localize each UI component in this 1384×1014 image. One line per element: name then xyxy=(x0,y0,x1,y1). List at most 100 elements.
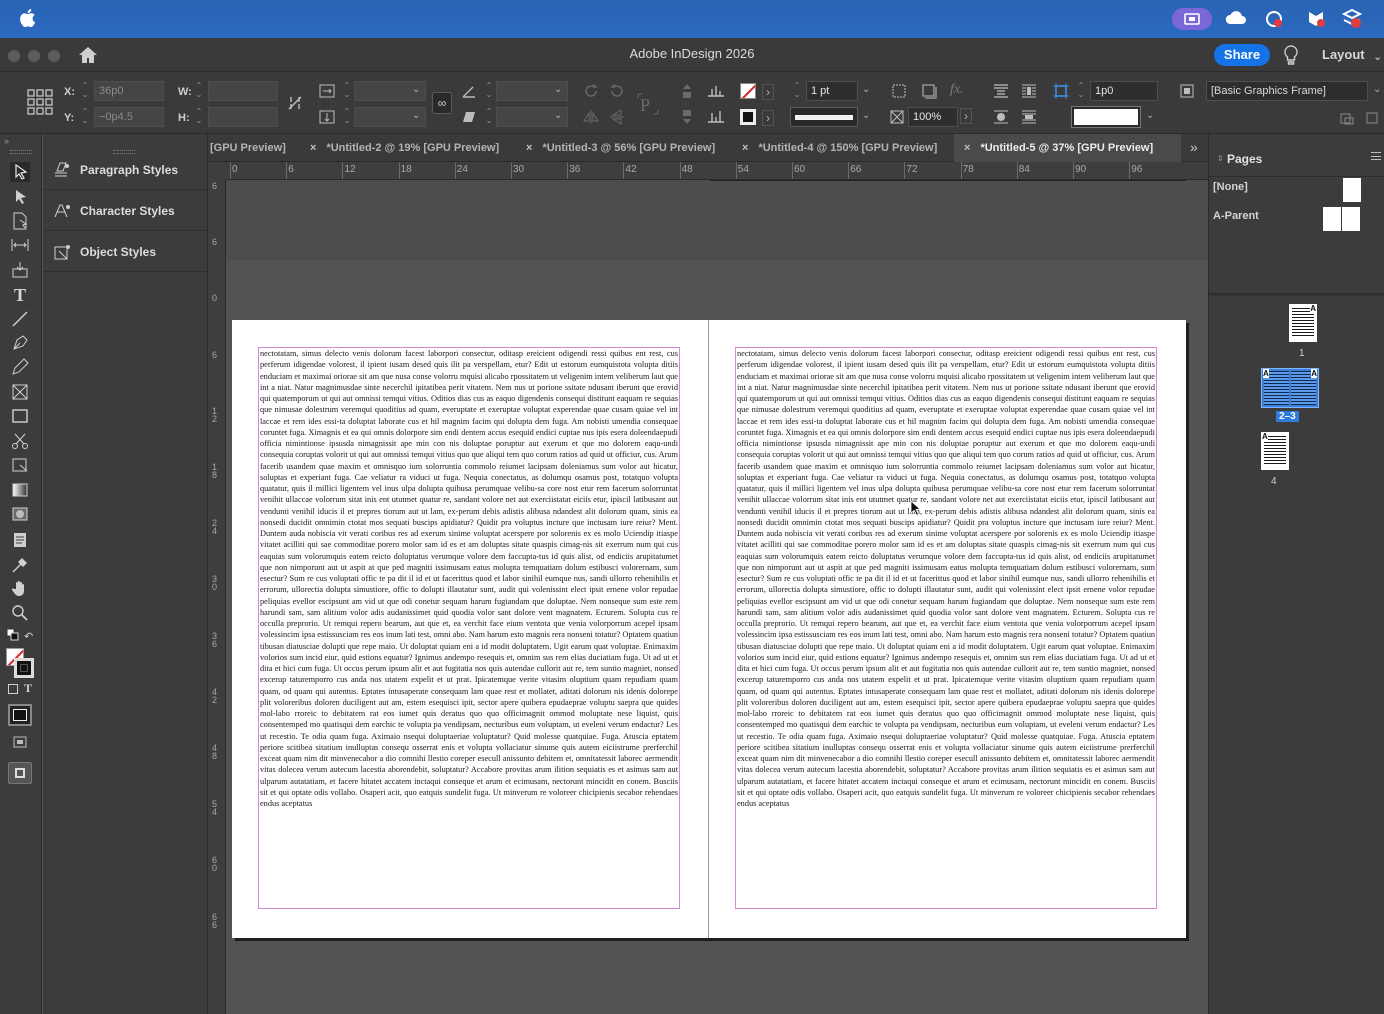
frame-fitting-icon[interactable] xyxy=(890,82,908,100)
tab-gpu-preview[interactable]: [GPU Preview] xyxy=(210,134,286,162)
x-stepper[interactable]: ⌃ ⌄ xyxy=(80,81,90,101)
master-a-parent[interactable]: A-Parent xyxy=(1213,210,1259,222)
chevron-down-icon[interactable]: ⌄ xyxy=(1373,84,1381,95)
free-transform-tool-icon[interactable] xyxy=(10,455,30,475)
chevron-down-icon[interactable]: ⌄ xyxy=(554,84,562,95)
text-wrap-shape-icon[interactable] xyxy=(992,108,1010,126)
screen-mode-icon[interactable] xyxy=(10,732,30,752)
rectangle-tool-icon[interactable] xyxy=(10,406,30,426)
gradient-swatch-tool-icon[interactable] xyxy=(10,480,30,500)
gap-color-swatch[interactable] xyxy=(1072,107,1140,127)
constrain-proportions-icon[interactable] xyxy=(286,94,304,112)
scale-x-stepper[interactable]: ⌃ ⌄ xyxy=(342,81,352,101)
pencil-tool-icon[interactable] xyxy=(10,357,30,377)
object-style-select[interactable]: [Basic Graphics Frame] xyxy=(1206,81,1368,101)
apply-color-box[interactable] xyxy=(8,704,32,726)
text-frame-page-2[interactable]: nectotatam, simus delecto venis dolorum … xyxy=(258,347,680,909)
app-status-icon[interactable] xyxy=(1304,8,1328,30)
tab-untitled-5[interactable]: × *Untitled-5 @ 37% [GPU Preview] xyxy=(954,134,1182,162)
scale-y-stepper[interactable]: ⌃ ⌄ xyxy=(342,107,352,127)
sync-status-icon[interactable] xyxy=(1262,8,1286,30)
stroke-swatch[interactable] xyxy=(740,109,756,125)
opacity-field[interactable]: 100% xyxy=(908,107,958,127)
apple-logo-icon[interactable] xyxy=(18,8,36,28)
tab-untitled-3[interactable]: × *Untitled-3 @ 56% [GPU Preview] xyxy=(526,134,715,162)
paragraph-styles-panel-button[interactable]: Paragraph Styles xyxy=(43,150,208,190)
select-next-object-icon[interactable] xyxy=(706,108,726,126)
chevron-down-icon[interactable]: ⌄ xyxy=(862,110,870,121)
stroke-type-select[interactable] xyxy=(790,107,858,127)
width-field[interactable] xyxy=(208,81,278,101)
close-tab-icon[interactable]: × xyxy=(310,142,326,154)
height-field[interactable] xyxy=(208,107,278,127)
share-button[interactable]: Share xyxy=(1214,44,1270,66)
select-container-icon[interactable] xyxy=(678,82,696,100)
pages-collapse-icon[interactable]: ⇕ xyxy=(1217,154,1224,163)
text-wrap-bounding-icon[interactable] xyxy=(1020,82,1038,100)
h-stepper[interactable]: ⌃ ⌄ xyxy=(194,107,204,127)
tools-collapse-icon[interactable]: » xyxy=(4,136,9,146)
panel-menu-icon[interactable] xyxy=(1371,152,1381,160)
scale-x-icon[interactable] xyxy=(318,82,336,100)
notification-badge-icon[interactable] xyxy=(1340,8,1364,30)
pen-tool-icon[interactable] xyxy=(10,333,30,353)
eyedropper-tool-icon[interactable] xyxy=(10,555,30,575)
object-styles-panel-button[interactable]: Object Styles xyxy=(43,232,208,272)
chevron-down-icon[interactable]: ⌄ xyxy=(1146,110,1154,121)
creative-cloud-icon[interactable] xyxy=(1224,8,1248,30)
close-tab-icon[interactable]: × xyxy=(526,142,542,154)
close-tab-icon[interactable]: × xyxy=(964,142,980,154)
text-wrap-jump-icon[interactable] xyxy=(1020,108,1038,126)
x-position-field[interactable]: 36p0 xyxy=(94,81,164,101)
default-colors-icon[interactable] xyxy=(6,628,20,642)
auto-fit-icon[interactable] xyxy=(1052,82,1070,100)
rectangle-frame-tool-icon[interactable] xyxy=(10,382,30,402)
formatting-container-icon[interactable] xyxy=(8,684,18,694)
object-style-icon[interactable] xyxy=(1178,82,1196,100)
pasteboard[interactable]: nectotatam, simus delecto venis dolorum … xyxy=(226,180,1208,1014)
rotate-clockwise-icon[interactable] xyxy=(582,82,600,100)
rotate-counterclockwise-icon[interactable] xyxy=(608,82,626,100)
line-tool-icon[interactable] xyxy=(10,309,30,329)
opacity-icon[interactable] xyxy=(888,108,906,126)
zoom-tool-icon[interactable] xyxy=(10,603,30,623)
text-wrap-none-icon[interactable] xyxy=(992,82,1010,100)
gradient-feather-tool-icon[interactable] xyxy=(10,504,30,524)
text-frame-page-3[interactable]: nectotatam, simus delecto venis dolorum … xyxy=(735,347,1157,909)
page-1-thumbnail[interactable]: A xyxy=(1289,304,1317,342)
drop-shadow-frame-icon[interactable] xyxy=(920,82,938,100)
scissors-tool-icon[interactable] xyxy=(10,431,30,451)
vertical-ruler[interactable]: 6 6 0 6 12 18 24 30 36 42 48 54 60 66 xyxy=(208,162,226,1014)
close-tab-icon[interactable]: × xyxy=(742,142,758,154)
hand-tool-icon[interactable] xyxy=(10,579,30,599)
constrain-scale-icon[interactable]: ∞ xyxy=(432,92,452,114)
fill-none-swatch[interactable] xyxy=(740,83,756,99)
y-stepper[interactable]: ⌃ ⌄ xyxy=(80,107,90,127)
stroke-offset-stepper[interactable]: ⌃ ⌄ xyxy=(1076,81,1086,101)
reference-point-icon[interactable] xyxy=(26,88,54,116)
type-tool-icon[interactable]: T xyxy=(10,285,30,305)
opacity-menu-button[interactable]: › xyxy=(960,108,972,124)
clear-overrides-icon[interactable] xyxy=(1338,110,1356,128)
chevron-down-icon[interactable]: ⌄ xyxy=(862,84,870,95)
stroke-offset-field[interactable]: 1p0 xyxy=(1090,81,1158,101)
selection-tool-icon[interactable] xyxy=(10,162,30,182)
screen-share-status-icon[interactable] xyxy=(1172,8,1212,30)
swap-colors-icon[interactable]: ↶ xyxy=(24,630,33,643)
chevron-down-icon[interactable]: ⌄ xyxy=(1373,50,1382,63)
w-stepper[interactable]: ⌃ ⌄ xyxy=(194,81,204,101)
master-none[interactable]: [None] xyxy=(1213,181,1248,193)
preview-mode-icon[interactable] xyxy=(8,762,32,784)
character-styles-panel-button[interactable]: Character Styles xyxy=(43,191,208,231)
y-position-field[interactable]: −0p4.5 xyxy=(94,107,164,127)
more-tabs-icon[interactable]: » xyxy=(1190,139,1198,155)
direct-selection-tool-icon[interactable] xyxy=(10,187,30,207)
stroke-weight-field[interactable]: 1 pt xyxy=(806,81,858,101)
content-collector-icon[interactable] xyxy=(10,260,30,280)
master-none-thumbnail[interactable] xyxy=(1343,178,1361,202)
tab-untitled-4[interactable]: × *Untitled-4 @ 150% [GPU Preview] xyxy=(742,134,937,162)
flip-horizontal-icon[interactable] xyxy=(582,108,600,126)
flip-preview-icon[interactable]: P xyxy=(636,92,660,116)
panel-options-icon[interactable] xyxy=(1364,110,1382,128)
formatting-text-icon[interactable]: T xyxy=(24,681,32,696)
